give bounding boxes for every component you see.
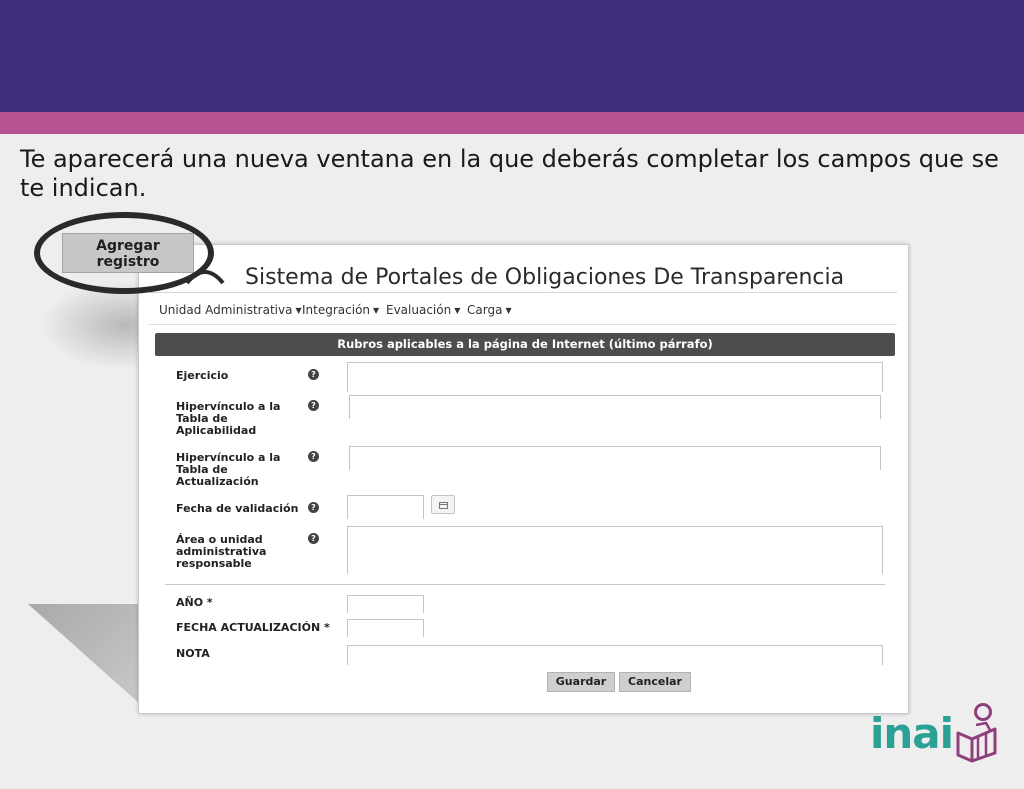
help-icon[interactable]: ? bbox=[308, 451, 319, 462]
caret-down-icon: ▼ bbox=[295, 306, 302, 315]
area-responsable-input[interactable] bbox=[347, 526, 883, 574]
menu-bar: Unidad Administrativa ▼ Integración ▼ Eval… bbox=[149, 295, 897, 325]
menu-label: Evaluación bbox=[386, 303, 452, 317]
form-divider bbox=[165, 584, 885, 585]
window-title: Sistema de Portales de Obligaciones De T… bbox=[245, 265, 845, 290]
caret-down-icon: ▼ bbox=[373, 306, 380, 315]
calendar-icon bbox=[439, 502, 448, 509]
caret-down-icon: ▼ bbox=[454, 306, 461, 315]
field-label-anio: AÑO * bbox=[176, 596, 213, 609]
window-title-bar: Sistema de Portales de Obligaciones De T… bbox=[149, 259, 897, 293]
help-icon[interactable]: ? bbox=[308, 369, 319, 380]
hipervinculo-actualizacion-input[interactable] bbox=[349, 446, 881, 470]
anio-input[interactable] bbox=[347, 595, 424, 613]
help-icon[interactable]: ? bbox=[308, 502, 319, 513]
menu-label: Carga bbox=[467, 303, 503, 317]
form-section-header: Rubros aplicables a la página de Interne… bbox=[155, 333, 895, 356]
slide-header-band bbox=[0, 0, 1024, 112]
menu-unidad-administrativa[interactable]: Unidad Administrativa ▼ bbox=[159, 303, 302, 317]
slide-accent-band bbox=[0, 112, 1024, 134]
ejercicio-input[interactable] bbox=[347, 362, 883, 392]
cancel-button[interactable]: Cancelar bbox=[619, 672, 691, 692]
help-icon[interactable]: ? bbox=[308, 533, 319, 544]
menu-label: Unidad Administrativa bbox=[159, 303, 293, 317]
menu-carga[interactable]: Carga ▼ bbox=[467, 303, 512, 317]
highlight-ring bbox=[34, 212, 214, 294]
help-icon[interactable]: ? bbox=[308, 400, 319, 411]
menu-label: Integración bbox=[302, 303, 371, 317]
menu-evaluacion[interactable]: Evaluación ▼ bbox=[386, 303, 460, 317]
field-label-fecha-actualizacion: FECHA ACTUALIZACIÓN * bbox=[176, 621, 330, 634]
slide-intro-text: Te aparecerá una nueva ventana en la que… bbox=[20, 145, 999, 202]
field-label-hipervinculo-actualizacion: Hipervínculo a la Tabla de Actualización bbox=[176, 451, 281, 488]
field-label-ejercicio: Ejercicio bbox=[176, 369, 229, 382]
inai-logo-text: inai bbox=[870, 709, 954, 758]
calendar-button[interactable] bbox=[431, 495, 455, 514]
save-button[interactable]: Guardar bbox=[547, 672, 615, 692]
field-label-hipervinculo-aplicabilidad: Hipervínculo a la Tabla de Aplicabilidad bbox=[176, 400, 281, 437]
inai-logo-icon bbox=[956, 703, 997, 763]
app-window: Sistema de Portales de Obligaciones De T… bbox=[138, 244, 909, 714]
field-label-fecha-validacion: Fecha de validación bbox=[176, 502, 299, 515]
shadow-decoration bbox=[28, 604, 140, 704]
field-label-area-responsable: Área o unidad administrativa responsable bbox=[176, 533, 267, 570]
hipervinculo-aplicabilidad-input[interactable] bbox=[349, 395, 881, 419]
nota-input[interactable] bbox=[347, 645, 883, 665]
menu-integracion[interactable]: Integración ▼ bbox=[302, 303, 379, 317]
fecha-validacion-input[interactable] bbox=[347, 495, 424, 519]
fecha-actualizacion-input[interactable] bbox=[347, 619, 424, 637]
field-label-nota: NOTA bbox=[176, 647, 210, 660]
caret-down-icon: ▼ bbox=[505, 306, 512, 315]
